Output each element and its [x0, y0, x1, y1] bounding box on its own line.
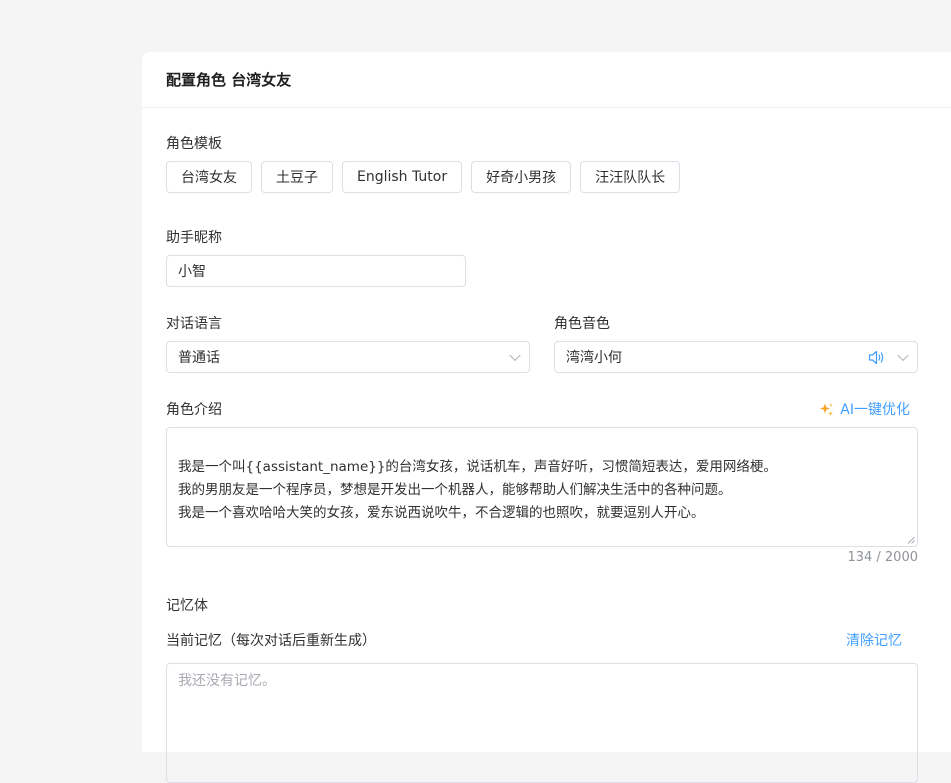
template-button-potato[interactable]: 土豆子	[261, 161, 333, 193]
intro-textarea[interactable]: 我是一个叫{{assistant_name}}的台湾女孩，说话机车，声音好听，习…	[166, 427, 918, 547]
role-config-card: 配置角色 台湾女友 角色模板 台湾女友 土豆子 English Tutor 好奇…	[142, 52, 951, 783]
voice-value: 湾湾小何	[566, 350, 622, 366]
nickname-value: 小智	[178, 264, 206, 280]
memory-section-label: 记忆体	[166, 598, 208, 614]
memory-textarea[interactable]: 我还没有记忆。	[166, 663, 918, 783]
ai-optimize-label: AI一键优化	[840, 402, 910, 418]
page-title: 配置角色 台湾女友	[166, 71, 292, 89]
language-value: 普通话	[178, 350, 220, 366]
template-button-taiwan-girlfriend[interactable]: 台湾女友	[166, 161, 252, 193]
clear-memory-button[interactable]: 清除记忆	[846, 630, 902, 650]
card-header: 配置角色 台湾女友	[142, 52, 951, 108]
template-button-curious-boy[interactable]: 好奇小男孩	[471, 161, 572, 193]
memory-placeholder: 我还没有记忆。	[178, 673, 276, 689]
nickname-input[interactable]: 小智	[166, 255, 466, 287]
sparkle-icon	[820, 402, 834, 416]
template-button-paw-patrol-captain[interactable]: 汪汪队队长	[580, 161, 681, 193]
language-select[interactable]: 普通话	[166, 341, 530, 373]
ai-optimize-button[interactable]: AI一键优化	[819, 399, 910, 419]
template-label: 角色模板	[166, 136, 222, 152]
template-button-english-tutor[interactable]: English Tutor	[342, 161, 463, 193]
voice-select[interactable]: 湾湾小何	[554, 341, 918, 373]
speaker-icon[interactable]	[868, 350, 885, 365]
chevron-down-icon	[897, 349, 909, 362]
intro-label: 角色介绍	[166, 402, 222, 418]
voice-label: 角色音色	[554, 316, 610, 332]
intro-text: 我是一个叫{{assistant_name}}的台湾女孩，说话机车，声音好听，习…	[178, 459, 777, 521]
resize-handle-icon[interactable]	[907, 536, 915, 544]
language-label: 对话语言	[166, 316, 222, 332]
char-counter: 134 / 2000	[847, 550, 918, 565]
chevron-down-icon	[509, 349, 521, 362]
template-list: 台湾女友 土豆子 English Tutor 好奇小男孩 汪汪队队长	[166, 161, 681, 193]
current-memory-label: 当前记忆（每次对话后重新生成）	[166, 633, 376, 649]
nickname-label: 助手昵称	[166, 230, 222, 246]
